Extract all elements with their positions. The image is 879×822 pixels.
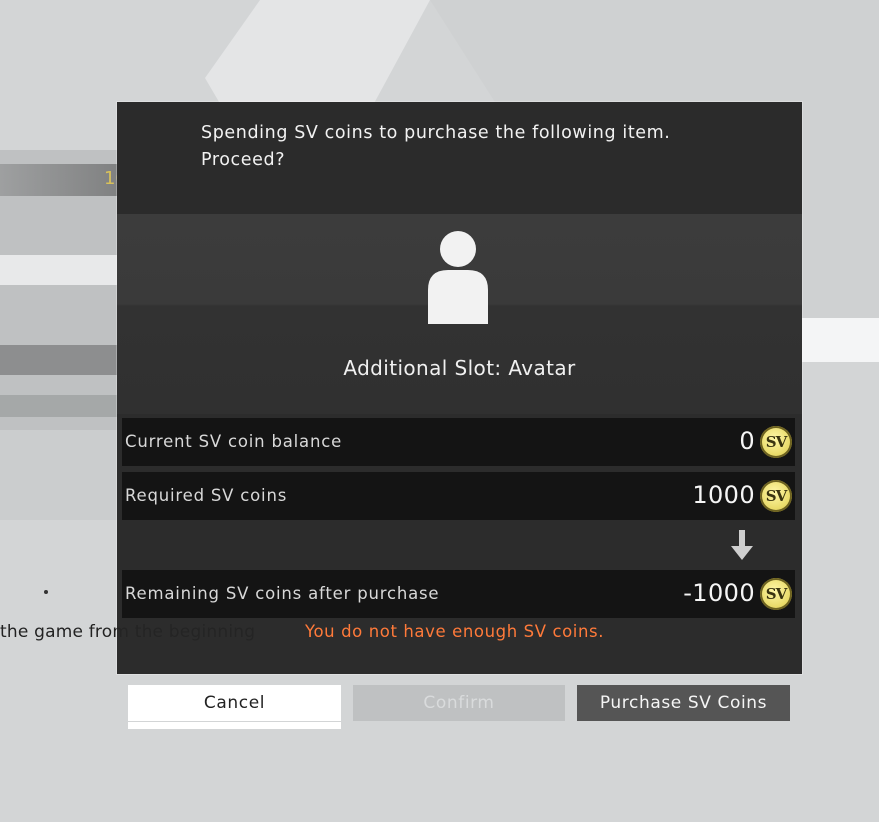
required-coins-row: Required SV coins 1000 SV xyxy=(122,472,795,520)
cancel-button[interactable]: Cancel xyxy=(128,685,341,721)
sv-coin-icon: SV xyxy=(760,578,792,610)
remaining-coins-label: Remaining SV coins after purchase xyxy=(125,584,440,603)
remaining-coins-row: Remaining SV coins after purchase -1000 … xyxy=(122,570,795,618)
current-balance-label: Current SV coin balance xyxy=(125,432,343,451)
insufficient-funds-warning: You do not have enough SV coins. xyxy=(305,622,605,641)
sv-coin-icon: SV xyxy=(760,426,792,458)
purchase-prompt: Spending SV coins to purchase the follow… xyxy=(201,120,761,174)
confirm-button[interactable]: Confirm xyxy=(353,685,565,721)
remaining-coins-value: -1000 xyxy=(683,579,755,607)
dialog-header: Spending SV coins to purchase the follow… xyxy=(117,102,802,214)
required-coins-value: 1000 xyxy=(692,481,755,509)
cancel-button-focus-bar xyxy=(128,722,341,729)
purchase-sv-coins-button[interactable]: Purchase SV Coins xyxy=(577,685,790,721)
background-bullet xyxy=(44,590,48,594)
item-name: Additional Slot: Avatar xyxy=(343,356,576,380)
purchase-dialog: Spending SV coins to purchase the follow… xyxy=(117,102,802,674)
avatar-icon xyxy=(428,231,488,324)
sv-coin-icon: SV xyxy=(760,480,792,512)
current-balance-value: 0 xyxy=(739,427,755,455)
required-coins-label: Required SV coins xyxy=(125,486,288,505)
prompt-line-2: Proceed? xyxy=(201,150,286,170)
arrow-down-icon xyxy=(731,530,753,560)
prompt-line-1: Spending SV coins to purchase the follow… xyxy=(201,123,671,143)
current-balance-row: Current SV coin balance 0 SV xyxy=(122,418,795,466)
